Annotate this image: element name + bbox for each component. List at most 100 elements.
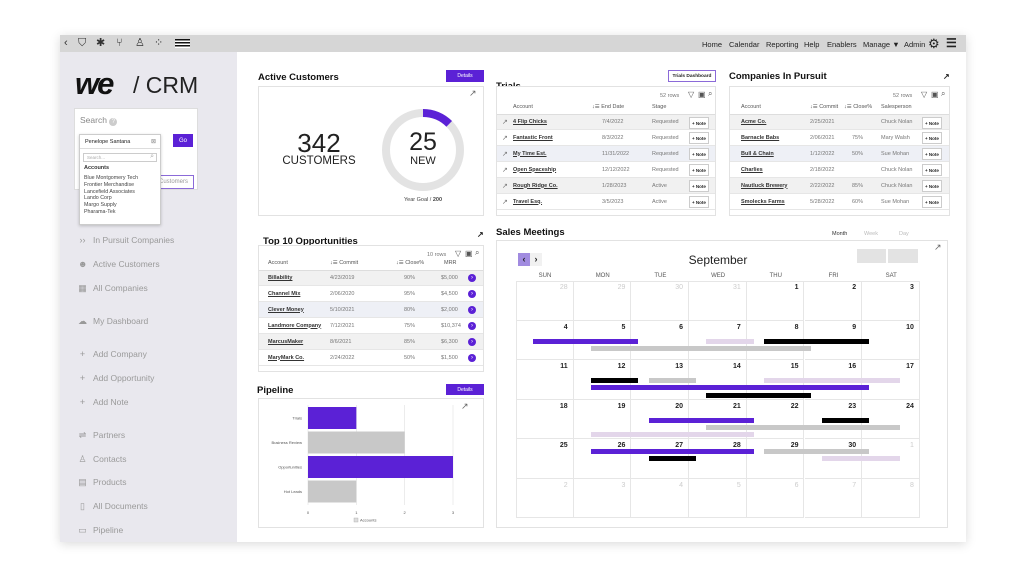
sidebar-item-in-pursuit-companies[interactable]: ›› In Pursuit Companies <box>78 234 175 246</box>
edit-icon[interactable]: ↗ <box>502 166 508 174</box>
dropdown-item[interactable]: Lancefield Associates <box>84 189 160 196</box>
edit-icon[interactable]: ↗ <box>502 198 508 206</box>
account-link[interactable]: Acme Co. <box>741 119 766 125</box>
sidebar-item-add-opportunity[interactable]: + Add Opportunity <box>78 372 155 384</box>
search-icon[interactable]: ⌕ <box>475 248 479 258</box>
calendar-day[interactable]: 6 <box>746 478 805 518</box>
account-link[interactable]: MarcusMaker <box>268 339 303 345</box>
column-header[interactable]: ↓☰ End Date <box>592 104 624 110</box>
view-day-tab[interactable]: Day <box>899 231 909 237</box>
calendar-day[interactable]: 2 <box>804 281 863 321</box>
calendar-event[interactable] <box>764 378 900 383</box>
account-link[interactable]: My Time Est. <box>513 151 547 157</box>
open-opportunity-button[interactable]: › <box>468 305 476 314</box>
calendar-day[interactable]: 10 <box>862 320 920 360</box>
menu-manage[interactable]: Manage ▼ <box>863 40 900 49</box>
account-link[interactable]: Channel Mix <box>268 291 300 297</box>
edit-icon[interactable]: ↗ <box>502 182 508 190</box>
calendar-day[interactable]: 8 <box>862 478 920 518</box>
account-link[interactable]: Barnacle Babs <box>741 135 779 141</box>
calendar-event[interactable] <box>821 417 870 423</box>
account-link[interactable]: Billability <box>268 275 292 281</box>
add-note-button[interactable]: + Note <box>689 164 709 176</box>
calendar-day[interactable]: 5 <box>689 478 747 518</box>
account-link[interactable]: Travel Esq. <box>513 199 542 205</box>
sidebar-item-products[interactable]: ▤ Products <box>78 476 126 488</box>
calendar-day[interactable]: 25 <box>516 439 574 479</box>
account-link[interactable]: Rough Ridge Co. <box>513 183 558 189</box>
sidebar-item-all-documents[interactable]: ▯ All Documents <box>78 500 148 512</box>
calendar-toolbar-button[interactable] <box>888 249 918 263</box>
sidebar-item-add-company[interactable]: + Add Company <box>78 348 147 360</box>
save-icon[interactable]: ▣ <box>931 90 939 99</box>
account-link[interactable]: Landmore Company <box>268 323 321 329</box>
save-icon[interactable]: ▣ <box>698 90 706 99</box>
add-note-button[interactable]: + Note <box>689 117 709 129</box>
calendar-event[interactable] <box>591 378 639 383</box>
calendar-day[interactable]: 30 <box>631 281 690 321</box>
calendar-day[interactable]: 28 <box>516 281 574 321</box>
calendar-day[interactable]: 3 <box>862 281 920 321</box>
back-chevron-icon[interactable]: ‹ <box>64 37 68 50</box>
open-opportunity-button[interactable]: › <box>468 337 476 346</box>
account-link[interactable]: Clever Money <box>268 307 304 313</box>
calendar-day[interactable]: 29 <box>573 281 632 321</box>
column-header[interactable]: ↓☰ Commit <box>810 104 838 110</box>
view-week-tab[interactable]: Week <box>864 231 878 237</box>
calendar-day[interactable]: 11 <box>516 360 574 400</box>
add-note-button[interactable]: + Note <box>689 180 709 192</box>
dropdown-item[interactable]: Lando Corp <box>84 195 160 202</box>
filter-icon[interactable]: ▽ <box>688 90 694 99</box>
external-link-icon[interactable]: ↗ <box>469 88 477 99</box>
sidebar-item-my-dashboard[interactable]: ☁ My Dashboard <box>78 315 148 327</box>
edit-icon[interactable]: ↗ <box>502 134 508 142</box>
calendar-event[interactable] <box>591 449 754 454</box>
calendar-event[interactable] <box>764 338 870 344</box>
account-link[interactable]: MaryMark Co. <box>268 355 304 361</box>
sidebar-item-active-customers[interactable]: ☻ Active Customers <box>78 258 160 270</box>
open-opportunity-button[interactable]: › <box>468 274 476 282</box>
calendar-event[interactable] <box>706 424 900 430</box>
calendar-day[interactable]: 22 <box>746 399 805 439</box>
next-month-button[interactable]: › <box>530 253 542 266</box>
calendar-event[interactable] <box>706 392 812 398</box>
open-opportunity-button[interactable]: › <box>468 321 476 330</box>
calendar-day[interactable]: 24 <box>862 399 920 439</box>
prev-month-button[interactable]: ‹ <box>518 253 530 266</box>
add-note-button[interactable]: + Note <box>689 132 709 144</box>
calendar-event[interactable] <box>764 449 870 454</box>
add-note-button[interactable]: + Note <box>922 148 942 160</box>
account-link[interactable]: Fantastic Front <box>513 135 553 141</box>
open-opportunity-button[interactable]: › <box>468 289 476 298</box>
add-note-button[interactable]: + Note <box>922 117 942 129</box>
dropdown-search-input[interactable]: Search... ⌕ <box>83 153 157 162</box>
filter-icon[interactable]: ▽ <box>455 249 461 258</box>
account-link[interactable]: 4 Flip Chicks <box>513 119 547 125</box>
pipeline-details-button[interactable]: Details <box>446 384 484 395</box>
calendar-event[interactable] <box>533 338 639 344</box>
add-note-button[interactable]: + Note <box>922 180 942 192</box>
sidebar-item-contacts[interactable]: ♙ Contacts <box>78 453 126 465</box>
add-note-button[interactable]: + Note <box>922 196 942 208</box>
sidebar-item-all-companies[interactable]: ▦ All Companies <box>78 282 148 294</box>
flag-icon[interactable] <box>175 39 190 48</box>
calendar-event[interactable] <box>648 417 754 423</box>
search-icon[interactable]: ⌕ <box>708 89 712 99</box>
menu-enablers[interactable]: Enablers <box>827 40 857 49</box>
calendar-day[interactable]: 6 <box>631 320 690 360</box>
go-button[interactable]: Go <box>173 134 193 147</box>
sidebar-item-partners[interactable]: ⇌ Partners <box>78 429 125 441</box>
dropdown-item[interactable]: Blue Montgomery Tech <box>84 175 160 182</box>
calendar-event[interactable] <box>648 456 697 462</box>
hamburger-menu-icon[interactable]: ☰ <box>946 36 957 50</box>
expand-icon[interactable]: ↗ <box>477 230 484 239</box>
calendar-day[interactable]: 7 <box>804 478 863 518</box>
edit-icon[interactable]: ↗ <box>502 118 508 126</box>
trials-dashboard-button[interactable]: Trials Dashboard <box>668 70 716 82</box>
account-link[interactable]: Charlies <box>741 167 763 173</box>
selected-contact[interactable]: Penelope Santana ⊠ <box>80 135 160 149</box>
view-month-tab[interactable]: Month <box>832 231 847 237</box>
calendar-day[interactable]: 29 <box>746 439 805 479</box>
shield-check-icon[interactable]: ⛉ <box>78 37 86 50</box>
active-customers-details-button[interactable]: Details <box>446 70 484 82</box>
